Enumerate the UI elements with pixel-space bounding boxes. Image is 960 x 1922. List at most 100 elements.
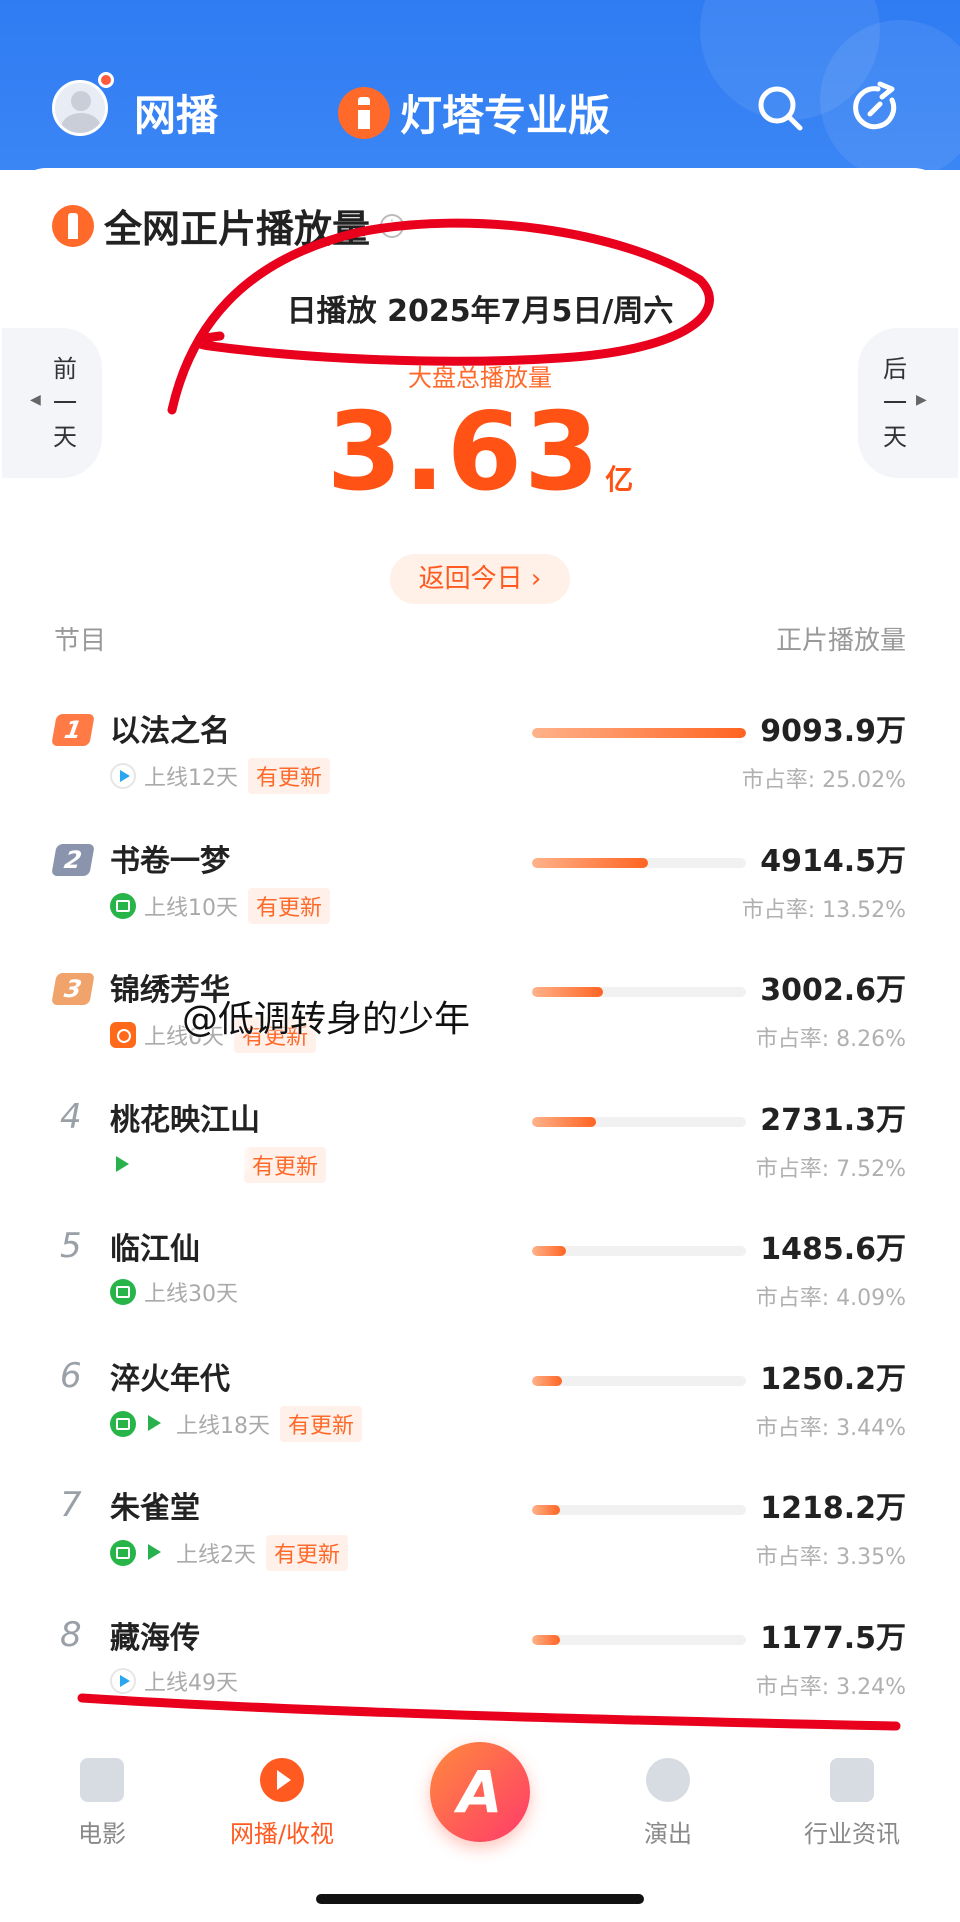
lighthouse-logo-icon bbox=[338, 86, 390, 139]
play-count: 1177.5万 bbox=[760, 1620, 906, 1656]
update-tag: 有更新 bbox=[248, 758, 331, 794]
program-meta: 上线30天 bbox=[110, 1276, 248, 1308]
rank-number: 5 bbox=[60, 1226, 82, 1266]
market-share: 市占率: 3.44% bbox=[755, 1415, 906, 1441]
play-count: 2731.3万 bbox=[760, 1102, 906, 1138]
brand: 灯塔专业版 bbox=[338, 82, 610, 143]
share-bar bbox=[532, 857, 746, 868]
share-bar-fill bbox=[532, 728, 746, 738]
share-bar-fill bbox=[532, 1246, 567, 1256]
table-row[interactable]: 8 藏海传 上线49天 1177.5万 市占率: 3.24% bbox=[16, 1607, 944, 1727]
online-days: 上线2天 bbox=[176, 1543, 256, 1568]
table-row[interactable]: 1 以法之名 上线12天 有更新 9093.9万 市占率: 25.02% bbox=[16, 700, 944, 820]
nav-show-label: 演出 bbox=[644, 1820, 692, 1848]
program-title: 临江仙 bbox=[110, 1232, 200, 1267]
nav-news-label: 行业资讯 bbox=[804, 1820, 900, 1848]
watermark: @低调转身的少年 bbox=[182, 999, 471, 1040]
update-tag: 有更新 bbox=[266, 1535, 349, 1571]
section-header: 全网正片播放量 i bbox=[52, 198, 405, 253]
share-bar-fill bbox=[532, 1505, 560, 1515]
program-title: 朱雀堂 bbox=[110, 1491, 200, 1526]
section-title: 全网正片播放量 bbox=[104, 207, 371, 251]
youku-platform-icon bbox=[110, 1151, 136, 1178]
online-days: 上线49天 bbox=[144, 1670, 238, 1696]
online-days: 上线18天 bbox=[176, 1413, 270, 1439]
app-logo-icon: A bbox=[457, 1758, 503, 1826]
program-title: 淬火年代 bbox=[110, 1361, 230, 1397]
share-bar bbox=[532, 1375, 746, 1386]
blurred-region bbox=[146, 1138, 246, 1172]
refresh-icon bbox=[853, 81, 897, 130]
app-screen: 网播 灯塔专业版 全网正片播放量 i 日播放 2025年7月5日/周六 前一天 … bbox=[0, 0, 960, 1922]
rank-badge: 1 bbox=[51, 714, 95, 746]
nav-webcast-label: 网播/收视 bbox=[229, 1820, 335, 1848]
brand-name: 灯塔专业版 bbox=[400, 91, 611, 140]
table-row[interactable]: 5 临江仙 上线30天 1485.6万 市占率: 4.09% bbox=[16, 1218, 944, 1338]
program-meta: 上线12天 有更新 bbox=[110, 758, 331, 794]
program-title: 以法之名 bbox=[110, 714, 230, 749]
column-header-plays: 正片播放量 bbox=[775, 626, 906, 656]
update-tag: 有更新 bbox=[280, 1405, 363, 1442]
share-bar-fill bbox=[532, 1634, 560, 1645]
program-meta: 上线10天 有更新 bbox=[110, 887, 331, 924]
center-home-button[interactable]: A bbox=[430, 1742, 530, 1842]
share-bar-fill bbox=[532, 1375, 562, 1386]
market-share: 市占率: 7.52% bbox=[755, 1156, 906, 1182]
online-days: 上线10天 bbox=[144, 895, 238, 921]
top-header: 网播 灯塔专业版 bbox=[0, 0, 960, 180]
nav-webcast[interactable]: 网播/收视 bbox=[222, 1758, 342, 1849]
nav-movie[interactable]: 电影 bbox=[42, 1758, 162, 1849]
refresh-button[interactable] bbox=[848, 80, 904, 136]
market-share: 市占率: 4.09% bbox=[755, 1286, 906, 1311]
nav-show[interactable]: 演出 bbox=[608, 1758, 728, 1849]
notification-dot bbox=[98, 72, 114, 88]
back-to-today-button[interactable]: 返回今日 › bbox=[390, 554, 570, 604]
table-row[interactable]: 2 书卷一梦 上线10天 有更新 4914.5万 市占率: 13.52% bbox=[16, 830, 944, 950]
tab-wangbo[interactable]: 网播 bbox=[134, 82, 218, 143]
search-button[interactable] bbox=[752, 80, 808, 136]
total-value: 3.63 亿 bbox=[16, 390, 944, 515]
share-bar bbox=[532, 1634, 746, 1645]
play-icon bbox=[260, 1758, 304, 1802]
share-bar-fill bbox=[532, 987, 603, 997]
total-number: 3.63 bbox=[326, 390, 602, 515]
market-share: 市占率: 3.35% bbox=[755, 1545, 906, 1570]
play-count: 1250.2万 bbox=[760, 1361, 906, 1397]
total-unit: 亿 bbox=[605, 463, 634, 496]
tencent-platform-icon bbox=[110, 1667, 136, 1694]
play-count: 1485.6万 bbox=[760, 1232, 906, 1267]
online-days: 上线30天 bbox=[144, 1282, 238, 1307]
share-bar bbox=[532, 1505, 746, 1515]
share-bar bbox=[532, 728, 746, 738]
table-row[interactable]: 3 锦绣芳华 上线6天 有更新 3002.6万 市占率: 8.26% bbox=[16, 959, 944, 1079]
main-card: 全网正片播放量 i 日播放 2025年7月5日/周六 前一天 ◀ 后一天 ▶ 大… bbox=[2, 168, 958, 1908]
tencent-platform-icon bbox=[110, 763, 136, 789]
program-meta: 上线18天 有更新 bbox=[110, 1405, 363, 1442]
date-line[interactable]: 日播放 2025年7月5日/周六 bbox=[16, 286, 944, 330]
iqiyi-platform-icon bbox=[110, 1279, 136, 1305]
avatar-head bbox=[71, 91, 91, 111]
rank-number: 4 bbox=[60, 1096, 82, 1137]
market-share: 市占率: 25.02% bbox=[741, 768, 906, 793]
iqiyi-platform-icon bbox=[110, 892, 136, 919]
total-label: 大盘总播放量 bbox=[408, 364, 552, 392]
program-meta: 上线2天 有更新 bbox=[110, 1535, 349, 1571]
nav-news[interactable]: 行业资讯 bbox=[792, 1758, 912, 1849]
home-indicator[interactable] bbox=[316, 1894, 644, 1904]
youku-platform-icon bbox=[142, 1540, 168, 1566]
share-bar bbox=[532, 1116, 746, 1127]
program-title: 桃花映江山 bbox=[110, 1102, 260, 1138]
play-count: 9093.9万 bbox=[760, 714, 906, 749]
share-bar-fill bbox=[532, 857, 648, 868]
table-row[interactable]: 7 朱雀堂 上线2天 有更新 1218.2万 市占率: 3.35% bbox=[16, 1477, 944, 1597]
info-icon[interactable]: i bbox=[380, 213, 405, 238]
play-count: 1218.2万 bbox=[760, 1491, 906, 1526]
iqiyi-platform-icon bbox=[110, 1410, 136, 1437]
avatar-body bbox=[61, 113, 101, 133]
table-row[interactable]: 6 淬火年代 上线18天 有更新 1250.2万 市占率: 3.44% bbox=[16, 1348, 944, 1468]
rank-badge: 2 bbox=[51, 843, 95, 876]
rank-number: 7 bbox=[60, 1485, 82, 1525]
lighthouse-icon bbox=[52, 204, 94, 247]
avatar[interactable] bbox=[52, 80, 108, 136]
market-share: 市占率: 13.52% bbox=[741, 897, 906, 923]
